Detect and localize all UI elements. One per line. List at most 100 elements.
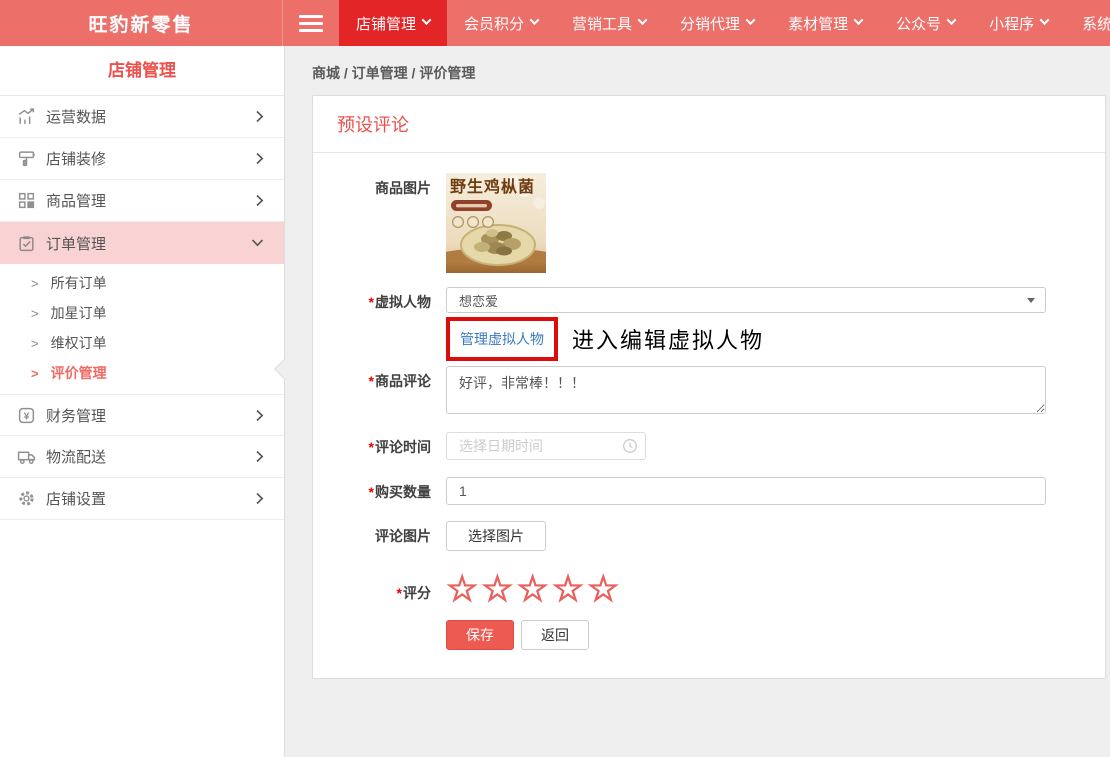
nav-item-label: 营销工具 — [572, 13, 632, 34]
nav-item-member-points[interactable]: 会员积分 — [447, 0, 555, 46]
sidebar-subitem-rights-orders[interactable]: > 维权订单 — [0, 328, 284, 358]
back-button[interactable]: 返回 — [521, 620, 589, 650]
sidebar-item-label: 运营数据 — [46, 106, 256, 127]
nav-item-marketing-tools[interactable]: 营销工具 — [555, 0, 663, 46]
sidebar-item-operations-data[interactable]: 运营数据 — [0, 96, 284, 138]
required-mark: * — [369, 294, 374, 310]
comment-time-row: *评论时间 — [313, 432, 1081, 460]
label-text: 商品图片 — [375, 180, 431, 196]
product-comment-row: *商品评论 好评，非常棒！！！ — [313, 366, 1081, 419]
product-image-row: 商品图片 — [313, 173, 1081, 273]
save-button[interactable]: 保存 — [446, 620, 514, 650]
sidebar: 店铺管理 运营数据 店铺装修 商品管理 订单管理 — [0, 46, 285, 757]
label-text: 评分 — [403, 585, 431, 601]
choose-image-button[interactable]: 选择图片 — [446, 521, 546, 551]
nav-item-mini-program[interactable]: 小程序 — [972, 0, 1065, 46]
required-mark: * — [369, 439, 374, 455]
nav-item-official-account[interactable]: 公众号 — [879, 0, 972, 46]
clipboard-icon — [16, 233, 36, 253]
grid-icon — [16, 191, 36, 211]
order-submenu: > 所有订单 > 加星订单 > 维权订单 > 评价管理 — [0, 264, 284, 394]
sidebar-item-shop-settings[interactable]: 店铺设置 — [0, 478, 284, 520]
sidebar-subitem-label: 维权订单 — [51, 333, 107, 353]
yen-icon: ¥ — [16, 405, 36, 425]
gt-prefix: > — [31, 336, 39, 351]
preset-review-form: 商品图片 — [313, 153, 1105, 678]
chevron-right-icon — [256, 409, 264, 422]
chevron-down-icon — [251, 239, 264, 247]
clock-icon — [622, 438, 638, 454]
gt-prefix: > — [31, 366, 39, 381]
sidebar-item-order-management[interactable]: 订单管理 — [0, 222, 284, 264]
preset-review-card: 预设评论 商品图片 — [312, 95, 1106, 679]
product-image-label: 商品图片 — [313, 173, 431, 198]
nav-item-material-management[interactable]: 素材管理 — [771, 0, 879, 46]
gt-prefix: > — [31, 306, 39, 321]
nav-item-label: 公众号 — [896, 13, 941, 34]
card-title: 预设评论 — [313, 96, 1105, 153]
nav-item-distribution-agent[interactable]: 分销代理 — [663, 0, 771, 46]
select-dropdown-arrow-icon — [1027, 298, 1035, 303]
gt-prefix: > — [31, 276, 39, 291]
sidebar-title: 店铺管理 — [0, 46, 284, 96]
manage-virtual-person-link[interactable]: 管理虚拟人物 — [460, 331, 544, 347]
chevron-right-icon — [256, 152, 264, 165]
sidebar-item-label: 财务管理 — [46, 405, 256, 426]
truck-icon — [16, 447, 36, 467]
sidebar-subitem-label: 所有订单 — [51, 273, 107, 293]
svg-text:¥: ¥ — [23, 410, 29, 422]
chevron-down-icon — [422, 15, 432, 25]
required-mark: * — [397, 585, 402, 601]
chevron-right-icon — [256, 492, 264, 505]
virtual-person-label: *虚拟人物 — [313, 287, 431, 312]
nav-item-label: 系统管理 — [1082, 13, 1110, 34]
product-comment-label: *商品评论 — [313, 366, 431, 391]
sidebar-subitem-review-management[interactable]: > 评价管理 — [0, 358, 284, 388]
product-comment-textarea[interactable]: 好评，非常棒！！！ — [446, 366, 1046, 414]
nav-item-label: 小程序 — [989, 13, 1034, 34]
chevron-down-icon — [1040, 15, 1050, 25]
purchase-quantity-label: *购买数量 — [313, 477, 431, 502]
sidebar-item-product-management[interactable]: 商品管理 — [0, 180, 284, 222]
chevron-down-icon — [947, 15, 957, 25]
purchase-quantity-row: *购买数量 — [313, 477, 1081, 505]
sidebar-subitem-label: 加星订单 — [51, 303, 107, 323]
required-mark: * — [369, 373, 374, 389]
sidebar-subitem-label: 评价管理 — [51, 363, 107, 383]
sidebar-item-label: 物流配送 — [46, 446, 256, 467]
nav-item-label: 分销代理 — [680, 13, 740, 34]
chevron-right-icon — [256, 194, 264, 207]
chevron-down-icon — [530, 15, 540, 25]
chart-icon — [16, 107, 36, 127]
sidebar-item-label: 商品管理 — [46, 190, 256, 211]
sidebar-item-label: 店铺装修 — [46, 148, 256, 169]
nav-item-label: 素材管理 — [788, 13, 848, 34]
nav-item-label: 会员积分 — [464, 13, 524, 34]
comment-time-input[interactable] — [446, 432, 646, 460]
hamburger-menu-icon[interactable] — [283, 0, 339, 46]
label-text: 虚拟人物 — [375, 294, 431, 310]
virtual-person-row: *虚拟人物 想恋爱 管理虚拟人物 进入编辑虚拟人物 — [313, 287, 1081, 361]
nav-item-shop-management[interactable]: 店铺管理 — [339, 0, 447, 46]
nav-item-system-management[interactable]: 系统管理 — [1065, 0, 1110, 46]
nav-item-label: 店铺管理 — [356, 13, 416, 34]
sidebar-item-shop-decoration[interactable]: 店铺装修 — [0, 138, 284, 180]
virtual-person-select[interactable]: 想恋爱 — [446, 287, 1046, 313]
label-text: 购买数量 — [375, 484, 431, 500]
sidebar-subitem-starred-orders[interactable]: > 加星订单 — [0, 298, 284, 328]
purchase-quantity-input[interactable] — [446, 477, 1046, 505]
sidebar-subitem-all-orders[interactable]: > 所有订单 — [0, 268, 284, 298]
sidebar-item-label: 订单管理 — [46, 233, 251, 254]
gear-icon — [16, 489, 36, 509]
label-text: 评论图片 — [375, 528, 431, 544]
sidebar-item-finance-management[interactable]: ¥ 财务管理 — [0, 394, 284, 436]
buttons-spacer — [313, 620, 431, 625]
chevron-right-icon — [256, 110, 264, 123]
sidebar-item-logistics[interactable]: 物流配送 — [0, 436, 284, 478]
main-content: 商城 / 订单管理 / 评价管理 预设评论 商品图片 — [285, 46, 1110, 757]
annotation-highlight-box: 管理虚拟人物 — [446, 317, 558, 361]
breadcrumb: 商城 / 订单管理 / 评价管理 — [285, 46, 1110, 95]
star-rating-icons[interactable]: ☆☆☆☆☆ — [446, 568, 622, 609]
virtual-person-selected-value: 想恋爱 — [459, 291, 1027, 310]
review-image-row: 评论图片 选择图片 — [313, 521, 1081, 551]
